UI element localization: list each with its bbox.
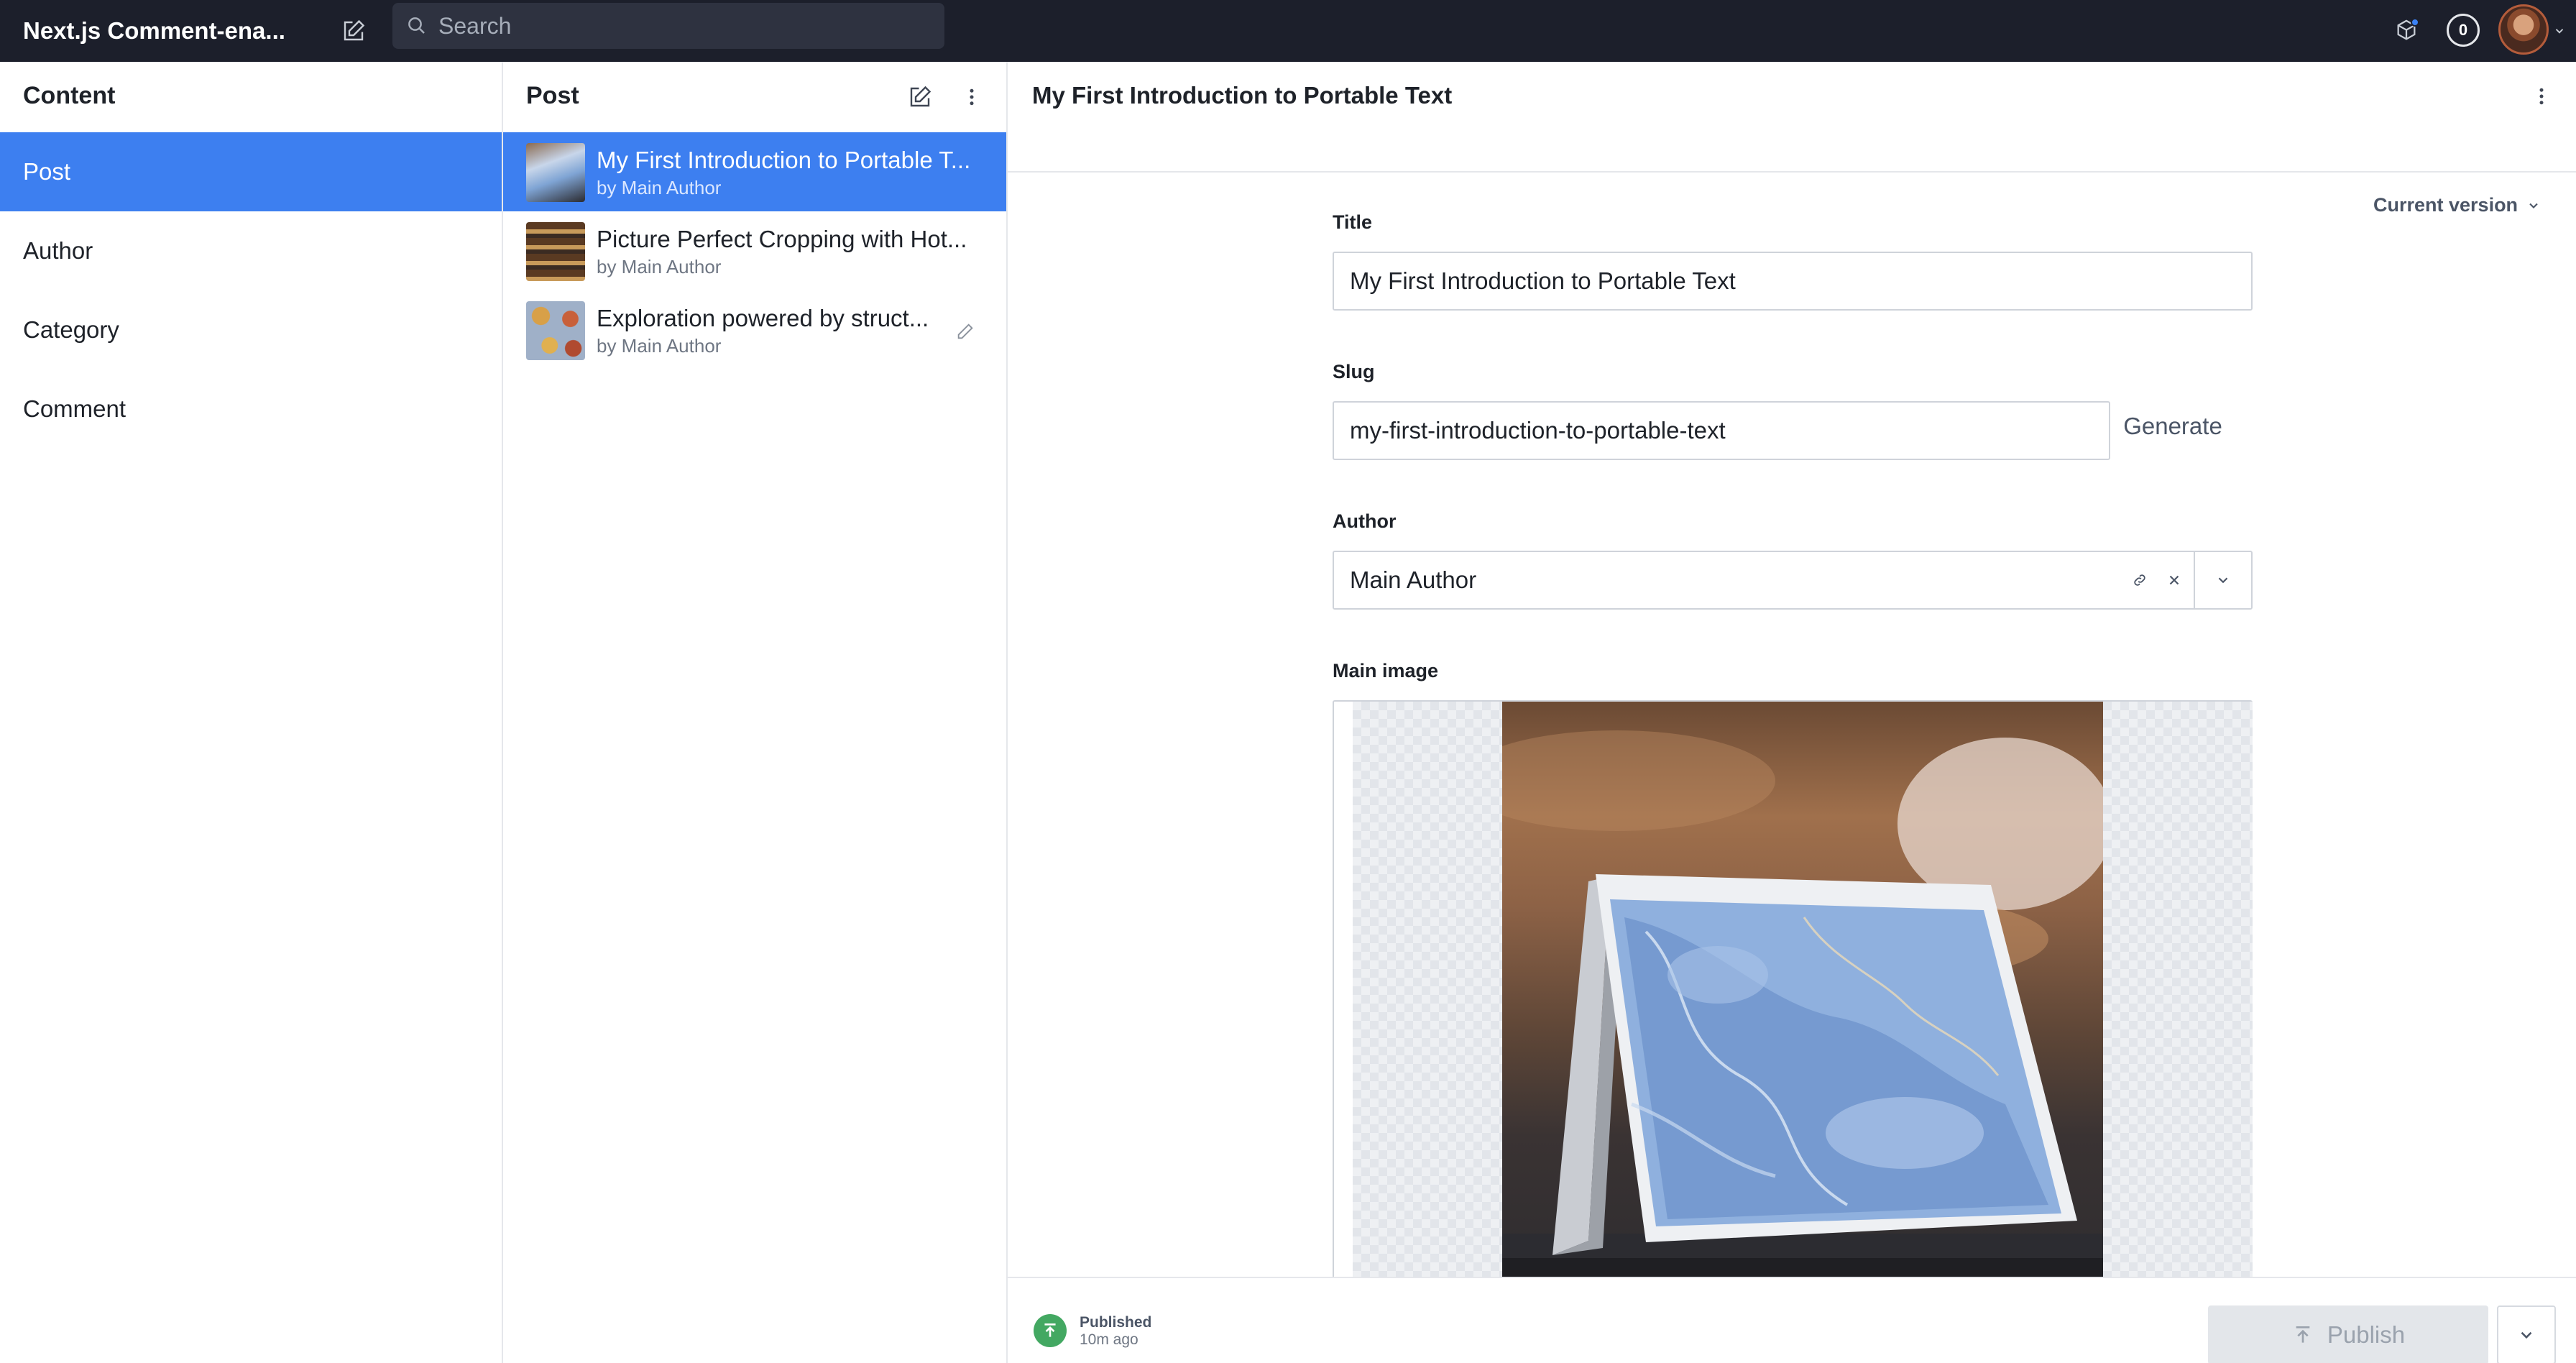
post-list-header: Post [503,62,1006,132]
chevron-down-icon [2529,203,2538,208]
nav-item-category[interactable]: Category [0,290,502,370]
post-title: My First Introduction to Portable T... [597,147,971,173]
content-pane: Content Post Author Category Comment [0,62,503,1363]
generate-slug-button[interactable]: Generate [2119,397,2227,456]
search-bar[interactable] [392,3,944,49]
post-title: Exploration powered by struct... [597,305,927,331]
top-bar: Next.js Comment-ena... 0 [0,0,2576,62]
post-subtitle: by Main Author [597,335,722,357]
document-title: My First Introduction to Portable Text [1032,82,1453,109]
post-row[interactable]: Picture Perfect Cropping with Hot... by … [503,211,1006,290]
more-vertical-icon [2539,88,2544,105]
document-menu-button[interactable] [2523,78,2560,115]
author-dropdown-button[interactable] [2195,552,2251,608]
title-field-label: Title [1333,211,1373,233]
post-subtitle: by Main Author [597,256,722,277]
edit-icon [953,319,978,344]
publish-menu-button[interactable] [2497,1305,2556,1363]
post-subtitle: by Main Author [597,177,722,198]
slug-input-value: my-first-introduction-to-portable-text [1350,417,1726,444]
cube-button[interactable] [2388,12,2425,50]
app-title[interactable]: Next.js Comment-ena... [23,0,285,62]
document-footer: Published 10m ago Publish [1008,1277,2576,1363]
chevron-down-icon [2521,1331,2532,1339]
main-image-field[interactable] [1333,700,2253,1340]
compose-icon [344,19,365,41]
list-menu-button[interactable] [953,78,990,116]
main-image-field-label: Main image [1333,660,1439,682]
title-input[interactable]: My First Introduction to Portable Text [1333,252,2253,311]
notification-dot [2411,18,2419,27]
status-label: Published [1080,1314,1152,1331]
published-status-icon [1034,1314,1067,1347]
version-selector[interactable]: Current version [2373,194,2541,216]
notification-count-badge[interactable]: 0 [2447,14,2480,47]
author-reference-input[interactable]: Main Author [1333,551,2253,610]
post-list-title: Post [526,82,579,109]
create-post-button[interactable] [901,78,939,116]
avatar[interactable] [2498,4,2549,55]
nav-item-label: Category [23,316,119,343]
content-pane-header: Content [0,62,502,132]
post-title: Picture Perfect Cropping with Hot... [597,226,967,252]
chevron-down-icon [2218,577,2228,584]
nav-item-label: Post [23,158,71,185]
author-value: Main Author [1350,566,1477,593]
more-vertical-icon [970,88,974,106]
publish-icon [2296,1326,2310,1343]
nav-item-post[interactable]: Post [0,132,502,211]
post-row[interactable]: Exploration powered by struct... by Main… [503,290,1006,370]
header-divider [1008,171,2576,173]
link-icon[interactable] [2126,566,2153,594]
document-pane: My First Introduction to Portable Text C… [1008,62,2576,1363]
slug-input[interactable]: my-first-introduction-to-portable-text [1333,401,2110,460]
version-label: Current version [2373,194,2518,216]
image-background [1353,702,2253,1340]
post-thumbnail [526,222,585,281]
nav-item-label: Author [23,237,93,264]
post-list-pane: Post My First Introduction to Portable T… [503,62,1008,1363]
nav-item-author[interactable]: Author [0,211,502,290]
main-image-preview[interactable] [1502,702,2103,1340]
search-input[interactable] [438,12,927,40]
content-pane-title: Content [23,82,116,109]
post-row[interactable]: My First Introduction to Portable T... b… [503,132,1006,211]
publish-label: Publish [2327,1321,2406,1348]
publish-button[interactable]: Publish [2208,1305,2488,1363]
title-input-value: My First Introduction to Portable Text [1350,267,1736,294]
clear-icon[interactable] [2161,566,2188,594]
compose-icon [910,86,932,107]
chevron-down-icon[interactable] [2550,22,2569,40]
post-thumbnail [526,143,585,202]
status-time: 10m ago [1080,1331,1138,1348]
search-icon [404,13,430,39]
post-thumbnail [526,301,585,360]
nav-item-label: Comment [23,395,126,422]
compose-button[interactable] [335,12,372,50]
slug-field-label: Slug [1333,361,1375,382]
author-field-label: Author [1333,510,1397,532]
nav-item-comment[interactable]: Comment [0,370,502,449]
